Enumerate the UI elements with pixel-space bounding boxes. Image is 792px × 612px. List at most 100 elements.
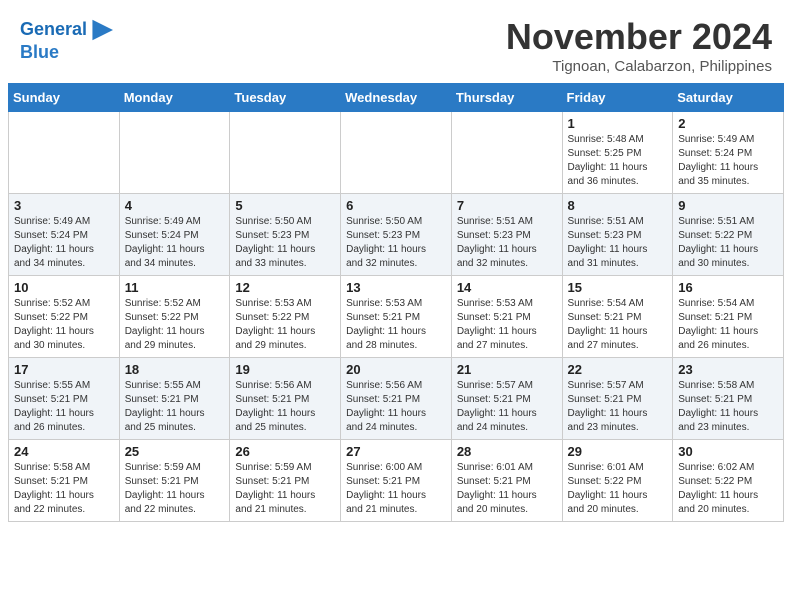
calendar-cell (9, 112, 120, 194)
day-info: Sunrise: 5:57 AM Sunset: 5:21 PM Dayligh… (457, 379, 557, 435)
day-info: Sunrise: 5:53 AM Sunset: 5:22 PM Dayligh… (235, 297, 335, 353)
day-number: 26 (235, 444, 335, 459)
day-number: 13 (346, 280, 446, 295)
calendar-header: SundayMondayTuesdayWednesdayThursdayFrid… (9, 84, 784, 112)
calendar-cell: 13 Sunrise: 5:53 AM Sunset: 5:21 PM Dayli… (341, 276, 452, 358)
calendar-cell: 1 Sunrise: 5:48 AM Sunset: 5:25 PM Daylig… (562, 112, 673, 194)
day-info: Sunrise: 5:53 AM Sunset: 5:21 PM Dayligh… (346, 297, 446, 353)
weekday-header: Thursday (451, 84, 562, 112)
calendar-wrapper: SundayMondayTuesdayWednesdayThursdayFrid… (0, 83, 792, 530)
calendar-cell: 26 Sunrise: 5:59 AM Sunset: 5:21 PM Dayli… (230, 440, 341, 522)
day-info: Sunrise: 5:51 AM Sunset: 5:23 PM Dayligh… (457, 215, 557, 271)
day-info: Sunrise: 5:49 AM Sunset: 5:24 PM Dayligh… (125, 215, 225, 271)
day-number: 28 (457, 444, 557, 459)
day-info: Sunrise: 5:50 AM Sunset: 5:23 PM Dayligh… (346, 215, 446, 271)
day-info: Sunrise: 5:48 AM Sunset: 5:25 PM Dayligh… (568, 133, 668, 189)
day-number: 21 (457, 362, 557, 377)
day-info: Sunrise: 6:01 AM Sunset: 5:21 PM Dayligh… (457, 461, 557, 517)
day-number: 23 (678, 362, 778, 377)
day-info: Sunrise: 5:55 AM Sunset: 5:21 PM Dayligh… (125, 379, 225, 435)
calendar-week-row: 17 Sunrise: 5:55 AM Sunset: 5:21 PM Dayli… (9, 358, 784, 440)
day-info: Sunrise: 5:51 AM Sunset: 5:22 PM Dayligh… (678, 215, 778, 271)
day-number: 10 (14, 280, 114, 295)
page-header: General Blue November 2024 Tignoan, Cala… (0, 0, 792, 83)
day-info: Sunrise: 6:01 AM Sunset: 5:22 PM Dayligh… (568, 461, 668, 517)
calendar-cell: 27 Sunrise: 6:00 AM Sunset: 5:21 PM Dayli… (341, 440, 452, 522)
calendar-cell: 8 Sunrise: 5:51 AM Sunset: 5:23 PM Daylig… (562, 194, 673, 276)
day-number: 16 (678, 280, 778, 295)
weekday-header: Sunday (9, 84, 120, 112)
day-number: 8 (568, 198, 668, 213)
calendar-cell: 17 Sunrise: 5:55 AM Sunset: 5:21 PM Dayli… (9, 358, 120, 440)
day-number: 2 (678, 116, 778, 131)
day-number: 17 (14, 362, 114, 377)
calendar-cell: 23 Sunrise: 5:58 AM Sunset: 5:21 PM Dayli… (673, 358, 784, 440)
calendar-cell: 10Sunrise: 5:52 AM Sunset: 5:22 PM Dayli… (9, 276, 120, 358)
day-info: Sunrise: 6:02 AM Sunset: 5:22 PM Dayligh… (678, 461, 778, 517)
calendar-cell (341, 112, 452, 194)
calendar-cell (230, 112, 341, 194)
weekday-header: Monday (119, 84, 230, 112)
day-info: Sunrise: 5:58 AM Sunset: 5:21 PM Dayligh… (678, 379, 778, 435)
day-number: 25 (125, 444, 225, 459)
day-info: Sunrise: 5:54 AM Sunset: 5:21 PM Dayligh… (568, 297, 668, 353)
calendar-cell: 15 Sunrise: 5:54 AM Sunset: 5:21 PM Dayli… (562, 276, 673, 358)
day-number: 11 (125, 280, 225, 295)
calendar-cell: 11 Sunrise: 5:52 AM Sunset: 5:22 PM Dayli… (119, 276, 230, 358)
day-number: 1 (568, 116, 668, 131)
logo-blue: Blue (20, 42, 59, 63)
day-number: 14 (457, 280, 557, 295)
title-section: November 2024 Tignoan, Calabarzon, Phili… (506, 16, 772, 75)
day-info: Sunrise: 5:49 AM Sunset: 5:24 PM Dayligh… (14, 215, 114, 271)
calendar-body: 1 Sunrise: 5:48 AM Sunset: 5:25 PM Daylig… (9, 112, 784, 522)
day-number: 7 (457, 198, 557, 213)
day-number: 15 (568, 280, 668, 295)
day-number: 19 (235, 362, 335, 377)
calendar-cell: 12 Sunrise: 5:53 AM Sunset: 5:22 PM Dayli… (230, 276, 341, 358)
month-title: November 2024 (506, 16, 772, 58)
weekday-header: Wednesday (341, 84, 452, 112)
calendar-cell: 2Sunrise: 5:49 AM Sunset: 5:24 PM Daylig… (673, 112, 784, 194)
calendar-cell: 16 Sunrise: 5:54 AM Sunset: 5:21 PM Dayli… (673, 276, 784, 358)
weekday-row: SundayMondayTuesdayWednesdayThursdayFrid… (9, 84, 784, 112)
calendar-cell: 28 Sunrise: 6:01 AM Sunset: 5:21 PM Dayli… (451, 440, 562, 522)
calendar-cell: 22Sunrise: 5:57 AM Sunset: 5:21 PM Dayli… (562, 358, 673, 440)
calendar-cell: 9 Sunrise: 5:51 AM Sunset: 5:22 PM Daylig… (673, 194, 784, 276)
day-number: 18 (125, 362, 225, 377)
calendar-cell: 7 Sunrise: 5:51 AM Sunset: 5:23 PM Daylig… (451, 194, 562, 276)
day-number: 3 (14, 198, 114, 213)
calendar-cell: 20Sunrise: 5:56 AM Sunset: 5:21 PM Dayli… (341, 358, 452, 440)
day-info: Sunrise: 5:55 AM Sunset: 5:21 PM Dayligh… (14, 379, 114, 435)
day-info: Sunrise: 6:00 AM Sunset: 5:21 PM Dayligh… (346, 461, 446, 517)
day-number: 9 (678, 198, 778, 213)
day-info: Sunrise: 5:56 AM Sunset: 5:21 PM Dayligh… (235, 379, 335, 435)
calendar-cell: 5Sunrise: 5:50 AM Sunset: 5:23 PM Daylig… (230, 194, 341, 276)
day-number: 12 (235, 280, 335, 295)
day-info: Sunrise: 5:52 AM Sunset: 5:22 PM Dayligh… (125, 297, 225, 353)
calendar-table: SundayMondayTuesdayWednesdayThursdayFrid… (8, 83, 784, 522)
day-info: Sunrise: 5:56 AM Sunset: 5:21 PM Dayligh… (346, 379, 446, 435)
day-info: Sunrise: 5:50 AM Sunset: 5:23 PM Dayligh… (235, 215, 335, 271)
day-number: 29 (568, 444, 668, 459)
calendar-week-row: 3 Sunrise: 5:49 AM Sunset: 5:24 PM Daylig… (9, 194, 784, 276)
calendar-cell: 6 Sunrise: 5:50 AM Sunset: 5:23 PM Daylig… (341, 194, 452, 276)
calendar-week-row: 24 Sunrise: 5:58 AM Sunset: 5:21 PM Dayli… (9, 440, 784, 522)
calendar-cell: 18 Sunrise: 5:55 AM Sunset: 5:21 PM Dayli… (119, 358, 230, 440)
day-info: Sunrise: 5:59 AM Sunset: 5:21 PM Dayligh… (235, 461, 335, 517)
calendar-cell: 3 Sunrise: 5:49 AM Sunset: 5:24 PM Daylig… (9, 194, 120, 276)
day-info: Sunrise: 5:53 AM Sunset: 5:21 PM Dayligh… (457, 297, 557, 353)
day-info: Sunrise: 5:54 AM Sunset: 5:21 PM Dayligh… (678, 297, 778, 353)
day-number: 6 (346, 198, 446, 213)
calendar-cell: 4Sunrise: 5:49 AM Sunset: 5:24 PM Daylig… (119, 194, 230, 276)
calendar-cell: 29 Sunrise: 6:01 AM Sunset: 5:22 PM Dayli… (562, 440, 673, 522)
calendar-cell (451, 112, 562, 194)
logo-text: General (20, 20, 87, 40)
logo-icon (89, 16, 113, 44)
day-number: 24 (14, 444, 114, 459)
day-info: Sunrise: 5:59 AM Sunset: 5:21 PM Dayligh… (125, 461, 225, 517)
day-info: Sunrise: 5:58 AM Sunset: 5:21 PM Dayligh… (14, 461, 114, 517)
day-info: Sunrise: 5:51 AM Sunset: 5:23 PM Dayligh… (568, 215, 668, 271)
calendar-cell: 14 Sunrise: 5:53 AM Sunset: 5:21 PM Dayli… (451, 276, 562, 358)
day-number: 27 (346, 444, 446, 459)
day-info: Sunrise: 5:57 AM Sunset: 5:21 PM Dayligh… (568, 379, 668, 435)
